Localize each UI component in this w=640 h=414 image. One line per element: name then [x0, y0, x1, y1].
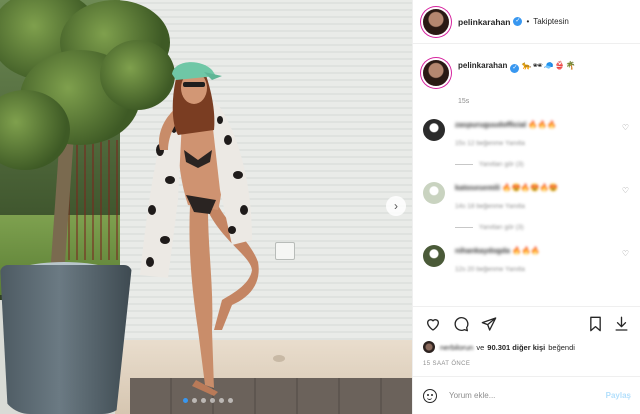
post-side-panel: pelinkarahan ✓ • Takiptesin pelinkarahan…	[412, 0, 640, 414]
share-button[interactable]	[479, 314, 499, 334]
commenter-username[interactable]: katosesemili	[455, 183, 500, 192]
comment-item: katosesemili 🔥😍🔥😍🔥😍 14s 18 beğenme Yanıt…	[423, 182, 631, 212]
carousel-dot	[201, 398, 206, 403]
post-photo[interactable]: ›	[0, 0, 412, 414]
bookmark-icon	[589, 316, 601, 332]
add-comment-bar: Paylaş	[413, 376, 640, 414]
post-actions-section: nerbilorun ve 90.301 diğer kişi beğendi …	[413, 306, 640, 367]
next-slide-button[interactable]: ›	[386, 196, 406, 216]
likes-connector: ve	[476, 342, 485, 352]
post-timestamp: 15 SAAT ÖNCE	[423, 361, 471, 367]
like-button[interactable]	[423, 314, 443, 334]
liker-username[interactable]: nerbilorun	[440, 343, 473, 352]
share-icon	[481, 317, 497, 331]
caption-time: 15s	[458, 98, 470, 105]
liker-avatar	[423, 341, 435, 353]
comment-meta[interactable]: 12s 20 beğenme Yanıtla	[455, 264, 540, 275]
comment-icon	[454, 317, 469, 332]
commenter-avatar[interactable]	[423, 245, 445, 267]
heart-icon	[427, 319, 439, 331]
caption-text: 🐆🕶🧢👙🌴	[521, 61, 577, 70]
download-button[interactable]	[611, 314, 631, 334]
comment-item: zaspuruguudofficial 🔥🔥🔥 15s 12 beğenme Y…	[423, 119, 631, 149]
comment-text: 🔥🔥🔥	[512, 246, 541, 255]
chevron-right-icon: ›	[394, 199, 398, 213]
likes-summary[interactable]: nerbilorun ve 90.301 diğer kişi beğendi	[423, 341, 631, 353]
commenter-username[interactable]: nihankaydogda	[455, 246, 510, 255]
comment-like-heart-icon[interactable]: ♡	[622, 186, 629, 195]
comment-like-heart-icon[interactable]: ♡	[622, 123, 629, 132]
comment-like-heart-icon[interactable]: ♡	[622, 249, 629, 258]
comment-meta[interactable]: 14s 18 beğenme Yanıtla	[455, 201, 558, 212]
carousel-dot	[183, 398, 188, 403]
commenter-avatar[interactable]	[423, 182, 445, 204]
view-replies-label: Yanıtları gör (3)	[479, 224, 524, 231]
post-header: pelinkarahan ✓ • Takiptesin	[413, 0, 640, 44]
post-comment-button[interactable]: Paylaş	[606, 391, 631, 400]
view-replies[interactable]: Yanıtları gör (3)	[455, 161, 631, 168]
verified-badge-icon: ✓	[510, 64, 520, 73]
comment-text: 🔥😍🔥😍🔥😍	[502, 183, 559, 192]
download-icon	[615, 316, 627, 331]
save-button[interactable]	[585, 314, 605, 334]
comments-list[interactable]: pelinkarahan ✓ 🐆🕶🧢👙🌴 15s zaspuruguudoffic…	[413, 52, 640, 304]
following-status[interactable]: Takiptesin	[533, 17, 569, 26]
caption-avatar[interactable]	[423, 60, 449, 86]
follow-separator: •	[526, 17, 530, 26]
carousel-dot	[210, 398, 215, 403]
action-bar	[423, 313, 631, 335]
smiley-icon[interactable]	[423, 388, 437, 403]
commenter-username[interactable]: zaspuruguudofficial	[455, 120, 526, 129]
instagram-post-view: › pelinkarahan ✓ • Takiptesin pelinkarah…	[0, 0, 640, 414]
commenter-avatar[interactable]	[423, 119, 445, 141]
comment-item: nihankaydogda 🔥🔥🔥 12s 20 beğenme Yanıtla…	[423, 245, 631, 275]
likes-count[interactable]: 90.301 diğer kişi	[487, 343, 545, 352]
comment-meta[interactable]: 15s 12 beğenme Yanıtla	[455, 138, 556, 149]
author-username[interactable]: pelinkarahan	[458, 17, 510, 27]
carousel-dot	[192, 398, 197, 403]
comment-text: 🔥🔥🔥	[528, 120, 557, 129]
view-replies-label: Yanıtları gör (3)	[479, 161, 524, 168]
carousel-indicator	[183, 398, 233, 403]
woman-figure	[140, 62, 259, 396]
view-replies[interactable]: Yanıtları gör (3)	[455, 224, 631, 231]
carousel-dot	[228, 398, 233, 403]
likes-suffix: beğendi	[548, 342, 575, 352]
verified-badge-icon: ✓	[513, 17, 523, 26]
carousel-dot	[219, 398, 224, 403]
comment-input[interactable]	[449, 391, 589, 400]
caption-username[interactable]: pelinkarahan	[458, 61, 507, 70]
caption: pelinkarahan ✓ 🐆🕶🧢👙🌴	[423, 60, 631, 86]
comment-button[interactable]	[451, 314, 471, 334]
author-avatar[interactable]	[423, 8, 449, 35]
